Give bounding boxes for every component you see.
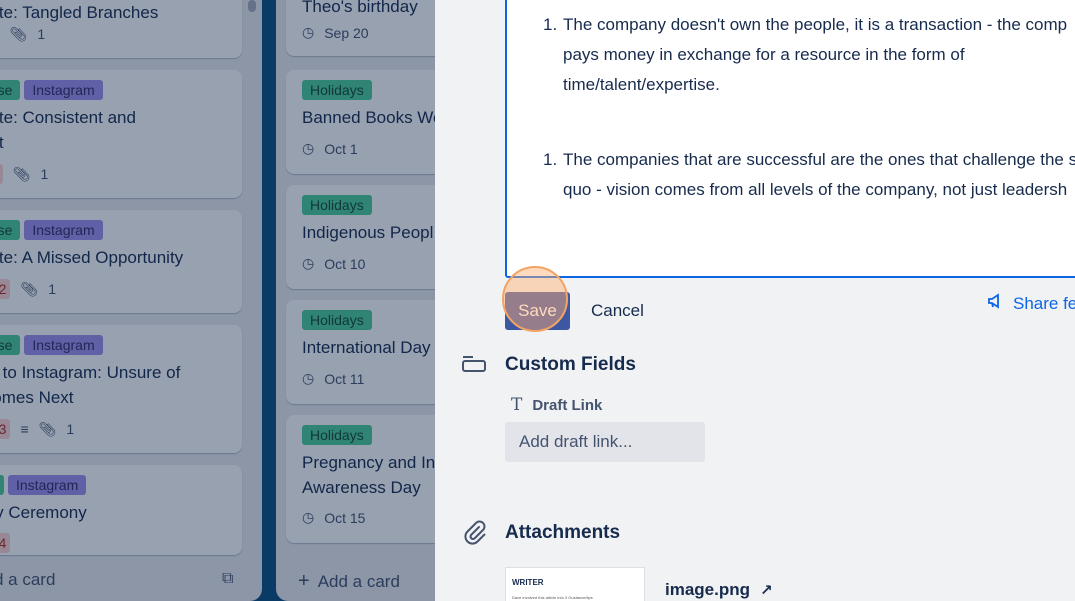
save-button[interactable]: Save <box>505 292 570 330</box>
share-feedback-label: Share fe <box>1013 293 1075 313</box>
field-label-text: Draft Link <box>532 396 603 414</box>
external-link-icon: ↗ <box>760 582 773 599</box>
thumbnail-text: Dave involved this article into 3 Guidan… <box>512 595 593 600</box>
share-feedback-button[interactable]: Share fe <box>987 293 1075 314</box>
description-line: The companies that are successful are th… <box>563 150 1075 169</box>
board-background: uote: Tangled Branches 30 📎︎ 1 pose Inst… <box>0 0 435 601</box>
paperclip-icon <box>461 519 487 545</box>
modal-overlay[interactable] <box>0 0 435 601</box>
attachments-title: Attachments <box>505 522 621 543</box>
cancel-button[interactable]: Cancel <box>585 292 650 330</box>
attachment-filename: image.png <box>665 580 751 599</box>
text-type-icon: T <box>511 395 523 415</box>
description-line: quo - vision comes from all levels of th… <box>563 180 1068 199</box>
thumbnail-heading: WRITER <box>512 578 544 587</box>
custom-fields-title: Custom Fields <box>505 354 636 375</box>
megaphone-icon <box>987 293 1003 314</box>
card-detail-dialog: 1. The company doesn't own the people, i… <box>435 0 1075 601</box>
description-line: time/talent/expertise. <box>563 75 720 94</box>
draft-link-label: T Draft Link <box>511 395 602 415</box>
list-number: 1. <box>543 15 558 34</box>
custom-fields-icon <box>461 352 487 378</box>
attachment-thumbnail[interactable]: WRITER Dave involved this article into 3… <box>505 567 645 601</box>
attachment-link[interactable]: image.png ↗ <box>665 580 773 600</box>
draft-link-input[interactable] <box>505 422 705 462</box>
list-number: 1. <box>543 150 558 169</box>
description-editor[interactable]: 1. The company doesn't own the people, i… <box>505 0 1075 278</box>
description-line: The company doesn't own the people, it i… <box>563 15 1068 34</box>
description-line: pays money in exchange for a resource in… <box>563 45 965 64</box>
